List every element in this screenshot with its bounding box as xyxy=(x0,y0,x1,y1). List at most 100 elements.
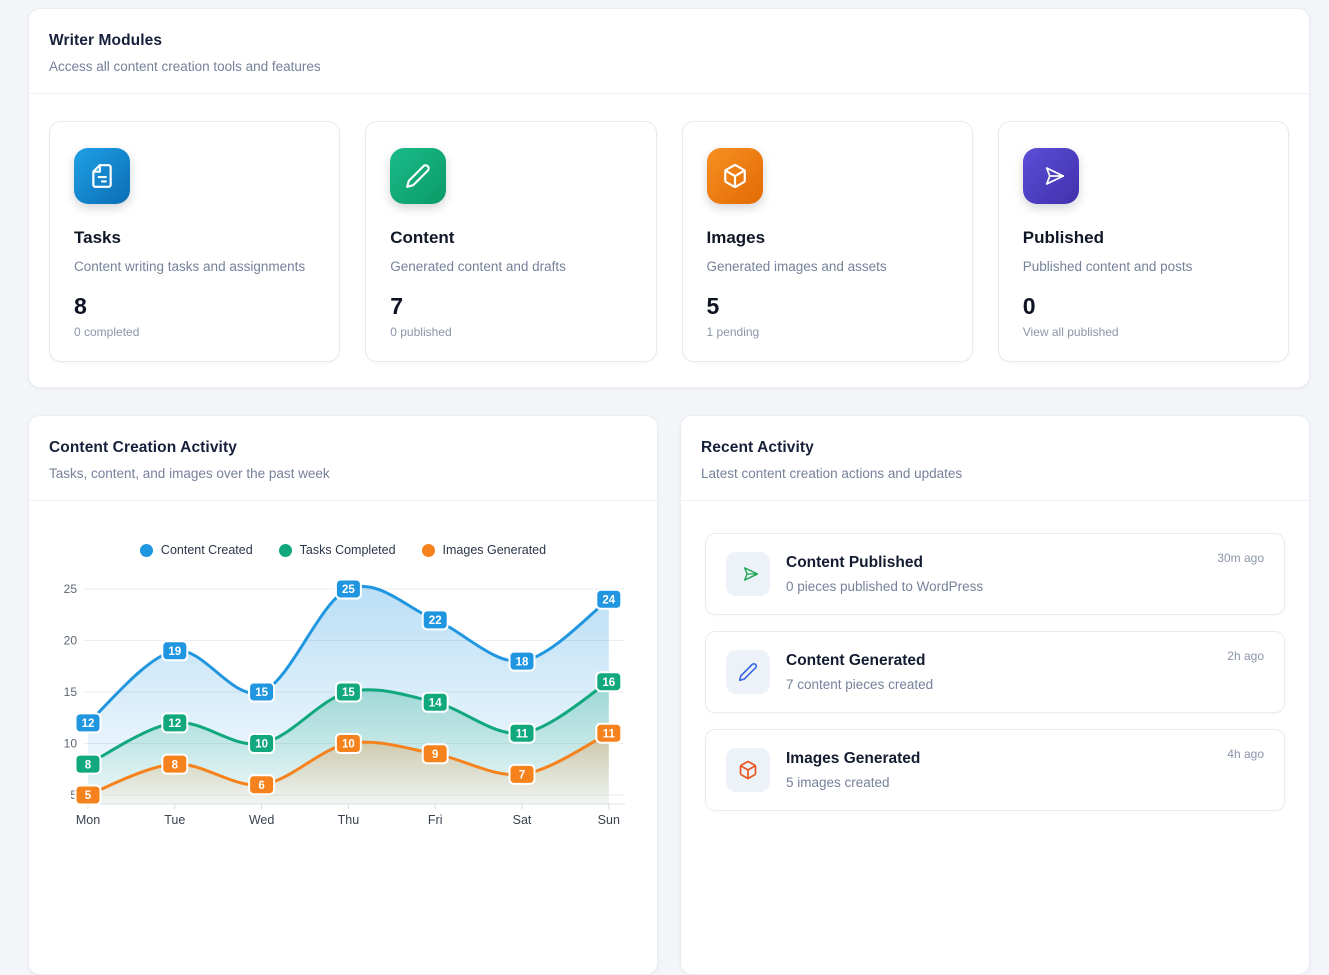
file-icon xyxy=(74,148,130,204)
module-substat: 0 published xyxy=(390,325,631,339)
x-axis-tick-label: Wed xyxy=(249,813,275,827)
chart-panel-subtitle: Tasks, content, and images over the past… xyxy=(49,466,637,481)
x-axis-tick-label: Thu xyxy=(338,813,360,827)
chart-data-label: 15 xyxy=(249,683,274,702)
module-count: 8 xyxy=(74,293,315,320)
module-count: 0 xyxy=(1023,293,1264,320)
activity-line-chart: 510152025MonTueWedThuFriSatSun1219152522… xyxy=(49,567,637,845)
svg-text:12: 12 xyxy=(168,718,181,730)
chart-data-label: 22 xyxy=(423,610,448,629)
legend-label: Content Created xyxy=(161,543,253,557)
chart-data-label: 6 xyxy=(249,775,274,794)
legend-dot xyxy=(140,544,153,557)
recent-activity-subtitle: Latest content creation actions and upda… xyxy=(701,466,1289,481)
activity-item: Images Generated 5 images created 4h ago xyxy=(705,729,1285,811)
module-title: Images xyxy=(707,228,948,248)
svg-text:25: 25 xyxy=(342,584,355,596)
chart-data-label: 24 xyxy=(596,590,621,609)
legend-dot xyxy=(422,544,435,557)
chart-panel-header: Content Creation Activity Tasks, content… xyxy=(29,416,657,500)
chart-data-label: 25 xyxy=(336,580,361,599)
activity-list: Content Published 0 pieces published to … xyxy=(681,501,1309,811)
recent-activity-title: Recent Activity xyxy=(701,439,1289,457)
module-card-published[interactable]: Published Published content and posts 0 … xyxy=(998,121,1289,362)
svg-text:15: 15 xyxy=(342,687,355,699)
svg-text:18: 18 xyxy=(516,656,529,668)
module-count: 7 xyxy=(390,293,631,320)
y-axis-tick-label: 15 xyxy=(64,685,78,699)
module-title: Content xyxy=(390,228,631,248)
x-axis-tick-label: Tue xyxy=(164,813,185,827)
writer-modules-panel: Writer Modules Access all content creati… xyxy=(28,8,1310,388)
module-substat: 1 pending xyxy=(707,325,948,339)
chart-data-label: 19 xyxy=(162,641,187,660)
y-axis-tick-label: 10 xyxy=(64,737,78,751)
activity-item-timestamp: 2h ago xyxy=(1227,649,1264,663)
svg-text:16: 16 xyxy=(602,677,615,689)
writer-modules-subtitle: Access all content creation tools and fe… xyxy=(49,59,1289,74)
activity-chart-svg: 510152025MonTueWedThuFriSatSun1219152522… xyxy=(49,567,639,845)
content-creation-activity-panel: Content Creation Activity Tasks, content… xyxy=(28,415,658,975)
chart-data-label: 12 xyxy=(162,713,187,732)
svg-text:11: 11 xyxy=(516,728,529,740)
activity-item-description: 7 content pieces created xyxy=(786,677,933,692)
activity-item-title: Content Generated xyxy=(786,652,933,670)
activity-item-timestamp: 30m ago xyxy=(1217,551,1264,565)
module-card-tasks[interactable]: Tasks Content writing tasks and assignme… xyxy=(49,121,340,362)
svg-text:8: 8 xyxy=(85,759,92,771)
chart-data-label: 14 xyxy=(423,693,448,712)
y-axis-tick-label: 20 xyxy=(64,634,78,648)
send-icon xyxy=(1023,148,1079,204)
module-card-content[interactable]: Content Generated content and drafts 7 0… xyxy=(365,121,656,362)
chart-data-label: 11 xyxy=(596,724,621,743)
module-description: Published content and posts xyxy=(1023,259,1264,274)
module-substat: View all published xyxy=(1023,325,1264,339)
legend-item-tasks-completed[interactable]: Tasks Completed xyxy=(279,543,396,557)
y-axis-tick-label: 25 xyxy=(64,582,78,596)
svg-text:12: 12 xyxy=(82,718,95,730)
chart-data-label: 7 xyxy=(510,765,535,784)
legend-item-images-generated[interactable]: Images Generated xyxy=(422,543,547,557)
svg-text:22: 22 xyxy=(429,615,442,627)
x-axis-tick-label: Fri xyxy=(428,813,443,827)
x-axis-tick-label: Sat xyxy=(513,813,532,827)
module-card-images[interactable]: Images Generated images and assets 5 1 p… xyxy=(682,121,973,362)
svg-text:14: 14 xyxy=(429,698,442,710)
pencil-icon xyxy=(726,650,770,694)
svg-text:5: 5 xyxy=(85,790,92,802)
svg-text:8: 8 xyxy=(172,759,179,771)
module-count: 5 xyxy=(707,293,948,320)
chart-body: Content Created Tasks Completed Images Gen… xyxy=(29,501,657,845)
module-title: Tasks xyxy=(74,228,315,248)
activity-item-description: 5 images created xyxy=(786,775,920,790)
activity-item-description: 0 pieces published to WordPress xyxy=(786,579,983,594)
recent-activity-panel: Recent Activity Latest content creation … xyxy=(680,415,1310,975)
activity-item-timestamp: 4h ago xyxy=(1227,747,1264,761)
pencil-icon xyxy=(390,148,446,204)
svg-text:24: 24 xyxy=(602,595,615,607)
svg-text:6: 6 xyxy=(258,780,264,792)
svg-text:19: 19 xyxy=(168,646,181,658)
legend-item-content-created[interactable]: Content Created xyxy=(140,543,253,557)
svg-text:11: 11 xyxy=(603,728,616,740)
modules-row: Tasks Content writing tasks and assignme… xyxy=(29,94,1309,362)
module-substat: 0 completed xyxy=(74,325,315,339)
cube-icon xyxy=(726,748,770,792)
x-axis-tick-label: Mon xyxy=(76,813,100,827)
writer-modules-header: Writer Modules Access all content creati… xyxy=(29,9,1309,93)
legend-label: Images Generated xyxy=(443,543,547,557)
chart-data-label: 18 xyxy=(510,652,535,671)
send-icon xyxy=(726,552,770,596)
module-description: Generated images and assets xyxy=(707,259,948,274)
chart-data-label: 5 xyxy=(76,786,101,805)
chart-data-label: 11 xyxy=(510,724,535,743)
svg-text:10: 10 xyxy=(255,739,268,751)
module-description: Generated content and drafts xyxy=(390,259,631,274)
legend-dot xyxy=(279,544,292,557)
chart-data-label: 16 xyxy=(596,672,621,691)
activity-item: Content Published 0 pieces published to … xyxy=(705,533,1285,615)
module-title: Published xyxy=(1023,228,1264,248)
svg-text:10: 10 xyxy=(342,739,355,751)
chart-data-label: 8 xyxy=(162,755,187,774)
svg-text:15: 15 xyxy=(255,687,268,699)
